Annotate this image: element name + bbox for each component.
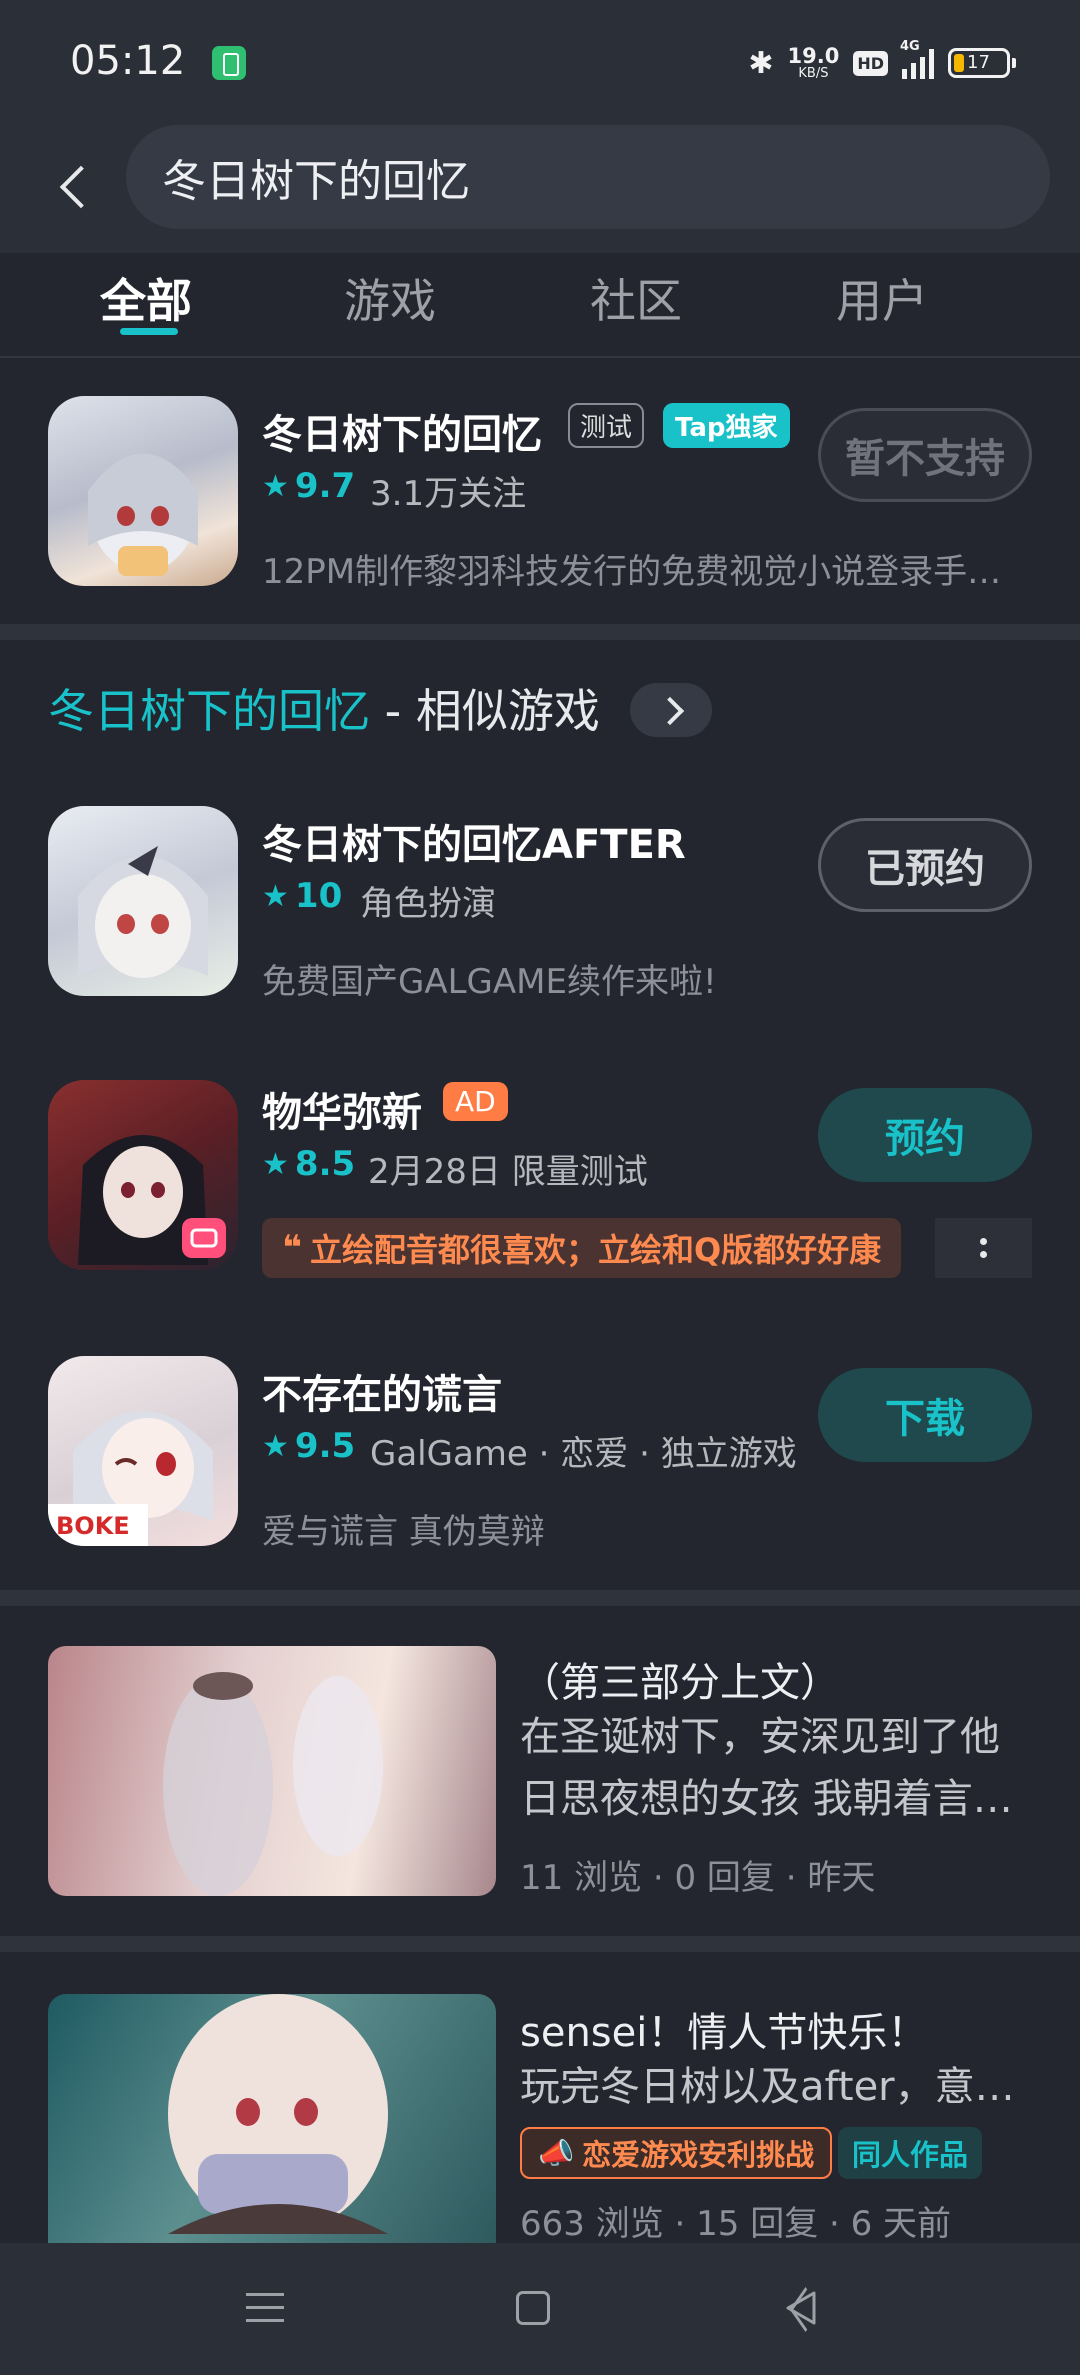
game-title-after[interactable]: 冬日树下的回忆AFTER [262,812,686,870]
signal-icon: 4G [900,39,934,79]
app-icon-top-result[interactable] [48,396,238,586]
star-icon: ★ [262,1428,289,1464]
search-input[interactable]: 冬日树下的回忆 [126,125,1050,229]
status-bar: 05:12 ✱ 19.0 KB/S HD 4G 17 [0,0,1080,125]
post-excerpt[interactable]: 玩完冬日树以及after，意… [520,2056,1030,2118]
post-stats: 11 浏览 · 0 回复 · 昨天 [520,1858,876,1898]
bluetooth-icon: ✱ [748,45,774,81]
section-divider [0,624,1080,640]
top-result-rating: ★ 9.7 [262,466,355,506]
game-title-lie[interactable]: 不存在的谎言 [262,1362,502,1420]
status-indicators: ✱ 19.0 KB/S HD 4G 17 [748,39,1016,86]
fan-work-tag[interactable]: 同人作品 [838,2127,983,2179]
post-stats: 663 浏览 · 15 回复 · 6 天前 [520,2204,952,2244]
reserved-button[interactable]: 已预约 [818,818,1032,912]
post-excerpt[interactable]: 在圣诞树下，安深见到了他 日思夜想的女孩 我朝着言… [520,1706,1030,1830]
game-tags-lie: GalGame · 恋爱 · 独立游戏 [370,1434,797,1474]
top-result-followers: 3.1万关注 [370,474,527,514]
game-rating-wuhua: ★ 8.5 [262,1144,355,1184]
svg-text:BOKE: BOKE [56,1512,130,1540]
network-speed-unit: KB/S [798,66,829,81]
similar-games-title: 冬日树下的回忆 - 相似游戏 [48,675,600,741]
post-excerpt-line: 玩完冬日树以及after，意… [520,2064,1015,2110]
post-thumbnail[interactable] [48,1646,496,1896]
megaphone-icon: 📣 [538,2135,575,2170]
test-badge: 测试 [568,403,645,448]
network-type: 4G [900,39,920,54]
network-speed-value: 19.0 [787,44,840,68]
download-button[interactable]: 下载 [818,1368,1032,1462]
game-rating-lie: ★ 9.5 [262,1426,355,1466]
tab-all[interactable]: 全部 [100,265,192,331]
tab-games[interactable]: 游戏 [344,265,436,331]
battery-icon: 17 [948,48,1016,78]
post-thumbnail[interactable] [48,1994,496,2243]
menu-icon[interactable] [246,2293,284,2325]
app-icon-lie[interactable]: BOKE [48,1356,238,1546]
game-rating-after: ★ 10 [262,876,342,916]
similar-games-highlight: 冬日树下的回忆 [48,684,370,738]
post-excerpt-line: 日思夜想的女孩 我朝着言… [520,1776,1013,1822]
search-header: 冬日树下的回忆 [0,125,1080,253]
event-tag-label: 恋爱游戏安利挑战 [582,2138,815,2172]
post-excerpt-line: 在圣诞树下，安深见到了他 [520,1714,1000,1760]
game-title-wuhua[interactable]: 物华弥新 [262,1080,422,1138]
ad-badge: AD [443,1082,508,1121]
tab-bar: 全部 游戏 社区 用户 [0,253,1080,358]
section-divider [0,1936,1080,1952]
notification-icon [212,46,246,80]
game-meta-wuhua: 2月28日 限量测试 [368,1152,648,1192]
star-icon: ★ [262,878,289,914]
tab-community[interactable]: 社区 [590,265,682,331]
top-result-rating-value: 9.7 [294,466,356,506]
home-icon[interactable] [516,2291,550,2325]
hd-icon: HD [853,50,888,76]
similar-games-suffix: - 相似游戏 [370,684,600,738]
game-description-lie: 爱与谎言 真伪莫辩 [262,1512,545,1552]
tap-exclusive-badge: Tap独家 [663,403,790,448]
more-options-button[interactable] [935,1218,1032,1278]
battery-level: 17 [967,52,990,73]
event-tag[interactable]: 📣 恋爱游戏安利挑战 [520,2127,833,2179]
review-quote-text: 立绘配音都很喜欢；立绘和Q版都好好康 [309,1231,882,1269]
post-title[interactable]: （第三部分上文） [520,1650,840,1708]
similar-games-more-button[interactable] [630,683,712,737]
app-icon-wuhua[interactable] [48,1080,238,1270]
game-description-after: 免费国产GALGAME续作来啦! [262,962,717,1002]
back-icon[interactable] [52,162,98,212]
network-speed: 19.0 KB/S [787,44,840,81]
review-quote-tag: ❝ 立绘配音都很喜欢；立绘和Q版都好好康 [262,1218,902,1278]
search-query: 冬日树下的回忆 [162,156,470,207]
game-genre-after: 角色扮演 [360,884,496,924]
top-result-title[interactable]: 冬日树下的回忆 [262,402,542,460]
system-nav-bar [0,2243,1080,2375]
game-rating-value: 9.5 [294,1426,356,1466]
star-icon: ★ [262,1146,289,1182]
section-divider [0,1590,1080,1606]
app-icon-after[interactable] [48,806,238,996]
back-triangle-icon[interactable] [780,2287,822,2329]
tab-active-indicator [120,328,178,335]
reserve-button[interactable]: 预约 [818,1088,1032,1182]
post-title[interactable]: sensei！情人节快乐！ [520,2000,927,2058]
game-rating-value: 8.5 [294,1144,356,1184]
status-time: 05:12 [70,38,186,84]
unsupported-button[interactable]: 暂不支持 [818,408,1032,502]
tab-users[interactable]: 用户 [836,265,928,331]
game-rating-value: 10 [294,876,343,916]
top-result-description: 12PM制作黎羽科技发行的免费视觉小说登录手… [262,552,1002,592]
star-icon: ★ [262,468,289,504]
quote-icon: ❝ [282,1228,302,1268]
